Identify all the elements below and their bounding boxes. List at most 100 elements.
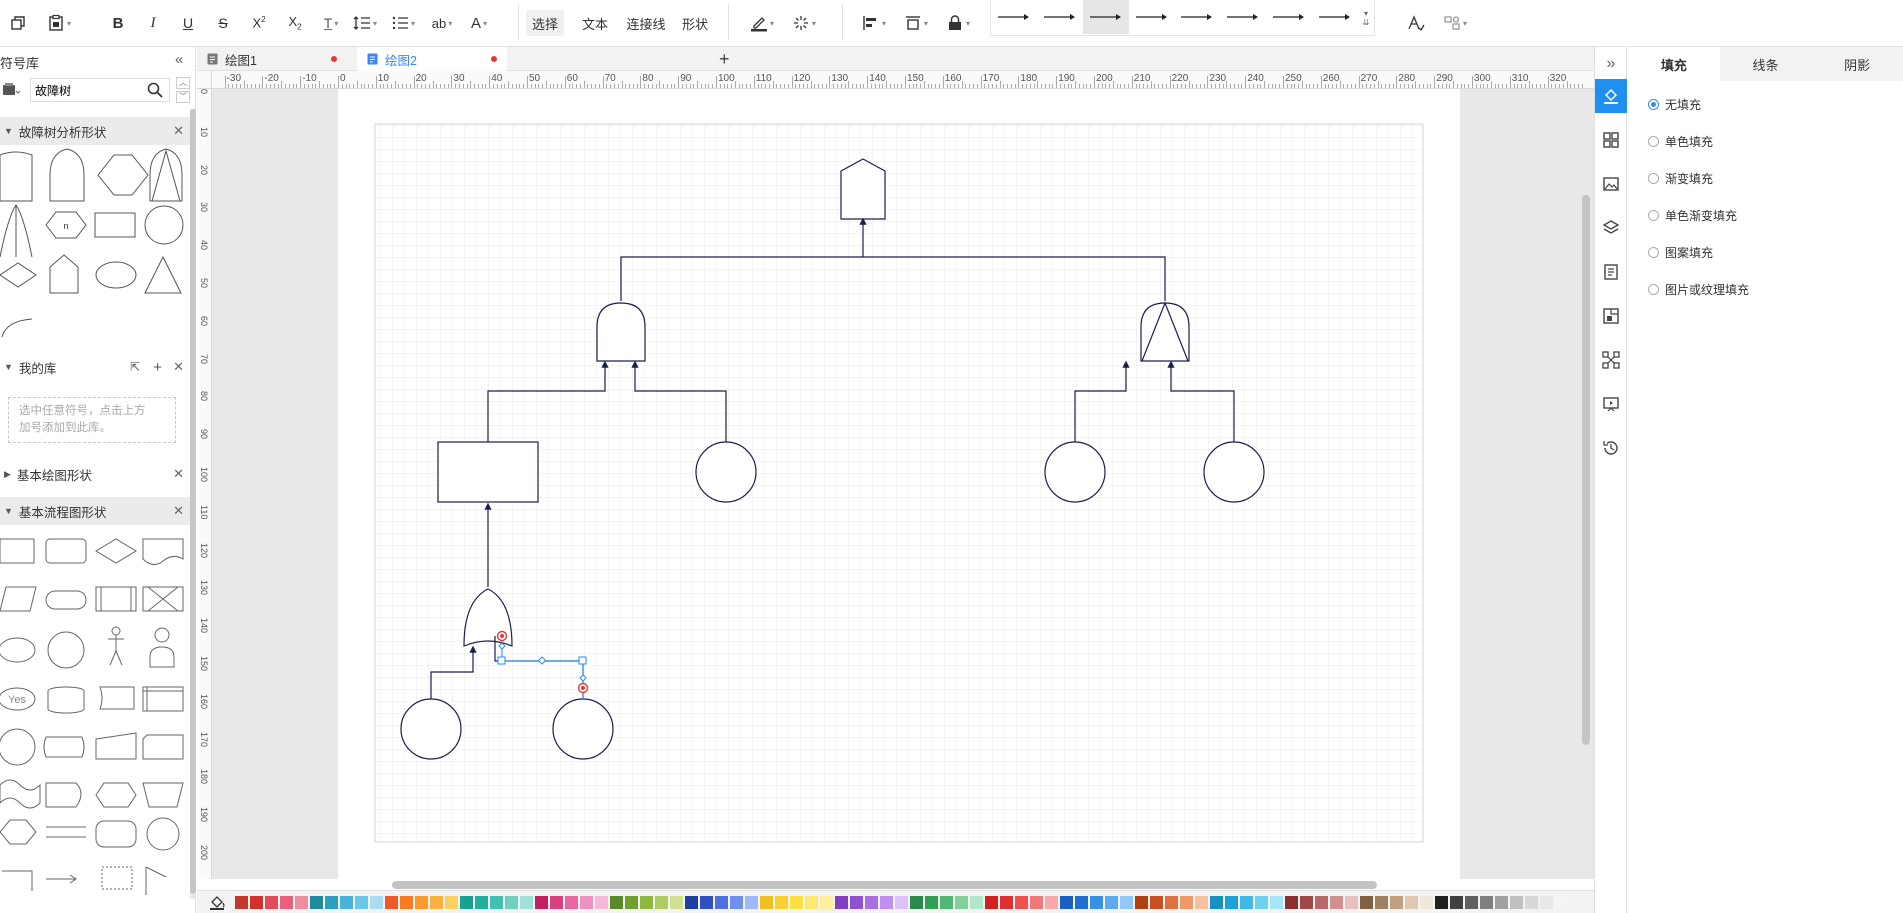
shape-house[interactable] — [49, 254, 79, 294]
basic-event-circle-1[interactable] — [695, 441, 757, 503]
color-swatch[interactable] — [1135, 896, 1148, 909]
color-swatch[interactable] — [550, 896, 563, 909]
color-swatch[interactable] — [1435, 896, 1448, 909]
shape-display[interactable] — [43, 736, 85, 758]
shape-comment[interactable] — [145, 866, 167, 895]
color-swatch[interactable] — [445, 896, 458, 909]
add-icon[interactable]: + — [153, 359, 162, 376]
shape-inhibit-gate[interactable] — [149, 148, 183, 202]
scroll-up-button[interactable]: ︿ — [176, 77, 190, 89]
close-icon[interactable]: ✕ — [173, 359, 184, 375]
color-swatch[interactable] — [985, 896, 998, 909]
color-swatch[interactable] — [400, 896, 413, 909]
color-swatch[interactable] — [535, 896, 548, 909]
color-swatch[interactable] — [805, 896, 818, 909]
color-swatch[interactable] — [895, 896, 908, 909]
page-setup-button[interactable] — [1595, 299, 1627, 333]
color-swatch[interactable] — [865, 896, 878, 909]
shape-stored-data[interactable] — [47, 686, 85, 714]
tab-fill[interactable]: 填充 — [1628, 47, 1720, 81]
underline-button[interactable]: U — [178, 10, 198, 36]
color-swatch[interactable] — [1150, 896, 1163, 909]
shape-terminator[interactable] — [45, 590, 87, 610]
connector-panel-button[interactable] — [1595, 343, 1627, 377]
scroll-down-button[interactable]: ﹀ — [176, 91, 190, 103]
shape-process[interactable] — [0, 538, 35, 564]
selection-handle[interactable] — [497, 656, 506, 665]
color-swatch[interactable] — [1330, 896, 1343, 909]
paint-bucket-icon[interactable] — [209, 894, 227, 910]
color-swatch[interactable] — [1345, 896, 1358, 909]
mode-shape[interactable]: 形状 — [678, 10, 712, 36]
color-swatch[interactable] — [235, 896, 248, 909]
shape-hexagon-2[interactable] — [0, 819, 37, 845]
text-case-button[interactable]: ab ▾ — [426, 10, 458, 36]
color-swatch[interactable] — [280, 896, 293, 909]
shape-rounded-rect[interactable] — [45, 538, 87, 564]
color-swatch[interactable] — [1510, 896, 1523, 909]
color-swatch[interactable] — [745, 896, 758, 909]
mode-select[interactable]: 选择 — [526, 10, 564, 36]
color-swatch[interactable] — [775, 896, 788, 909]
shape-priority-and[interactable] — [0, 204, 33, 258]
tab-line[interactable]: 线条 — [1720, 47, 1812, 81]
color-swatch[interactable] — [385, 896, 398, 909]
library-scrollbar[interactable] — [190, 109, 196, 899]
color-swatch[interactable] — [325, 896, 338, 909]
shape-circle-2[interactable] — [0, 728, 36, 766]
fill-option-solid[interactable]: 单色填充 — [1648, 131, 1713, 151]
add-tab-button[interactable]: + — [719, 47, 730, 71]
shape-and-gate[interactable] — [49, 148, 85, 202]
color-swatch[interactable] — [1360, 896, 1373, 909]
color-swatch[interactable] — [1315, 896, 1328, 909]
color-swatch[interactable] — [1045, 896, 1058, 909]
line-style-option[interactable] — [1175, 0, 1221, 34]
inhibit-gate-right[interactable] — [1140, 302, 1190, 362]
line-style-more-button[interactable]: ▾ ⇊ — [1358, 0, 1374, 35]
italic-button[interactable]: I — [143, 10, 163, 36]
color-swatch[interactable] — [1030, 896, 1043, 909]
fill-panel-button[interactable] — [1595, 79, 1627, 113]
color-swatch[interactable] — [1105, 896, 1118, 909]
color-swatch[interactable] — [1000, 896, 1013, 909]
shape-collate[interactable] — [142, 586, 184, 612]
color-swatch[interactable] — [520, 896, 533, 909]
color-swatch[interactable] — [355, 896, 368, 909]
shape-punched-tape[interactable] — [0, 779, 41, 809]
basic-event-circle-4[interactable] — [400, 698, 462, 760]
shape-delay[interactable] — [45, 782, 82, 808]
grid-panel-button[interactable] — [1595, 123, 1627, 157]
color-swatch[interactable] — [1375, 896, 1388, 909]
shape-on-page-connector[interactable] — [146, 817, 180, 851]
color-swatch[interactable] — [595, 896, 608, 909]
shape-arc[interactable] — [1, 318, 33, 338]
color-swatch[interactable] — [460, 896, 473, 909]
color-swatch[interactable] — [1405, 896, 1418, 909]
font-color-button[interactable]: A ▾ — [464, 10, 494, 36]
color-swatch[interactable] — [835, 896, 848, 909]
import-icon[interactable]: ⇱ — [130, 360, 140, 374]
color-swatch[interactable] — [715, 896, 728, 909]
strikethrough-button[interactable]: S — [213, 10, 233, 36]
my-library-dropzone[interactable]: 选中任意符号，点击上方 加号添加到此库。 — [8, 397, 176, 443]
shape-card[interactable] — [142, 734, 184, 760]
tab-drawing-2[interactable]: 绘图2 — [357, 47, 507, 71]
color-swatch[interactable] — [1555, 896, 1568, 909]
color-swatch[interactable] — [850, 896, 863, 909]
color-swatch[interactable] — [970, 896, 983, 909]
shape-document[interactable] — [142, 538, 184, 565]
color-swatch[interactable] — [1060, 896, 1073, 909]
text-format-button[interactable]: T̲ ▾ — [318, 10, 344, 36]
shape-connector[interactable] — [47, 631, 85, 669]
collapse-panel-button[interactable]: » — [1595, 47, 1627, 81]
color-swatch[interactable] — [820, 896, 833, 909]
color-swatch[interactable] — [415, 896, 428, 909]
tab-drawing-1[interactable]: 绘图1 — [197, 47, 347, 71]
shape-manual-input[interactable] — [95, 732, 137, 760]
color-swatch[interactable] — [1480, 896, 1493, 909]
shape-fault-basic[interactable] — [0, 151, 33, 202]
color-swatch[interactable] — [490, 896, 503, 909]
close-icon[interactable]: ✕ — [173, 123, 184, 139]
color-swatch[interactable] — [1285, 896, 1298, 909]
shape-decision[interactable] — [95, 538, 137, 564]
